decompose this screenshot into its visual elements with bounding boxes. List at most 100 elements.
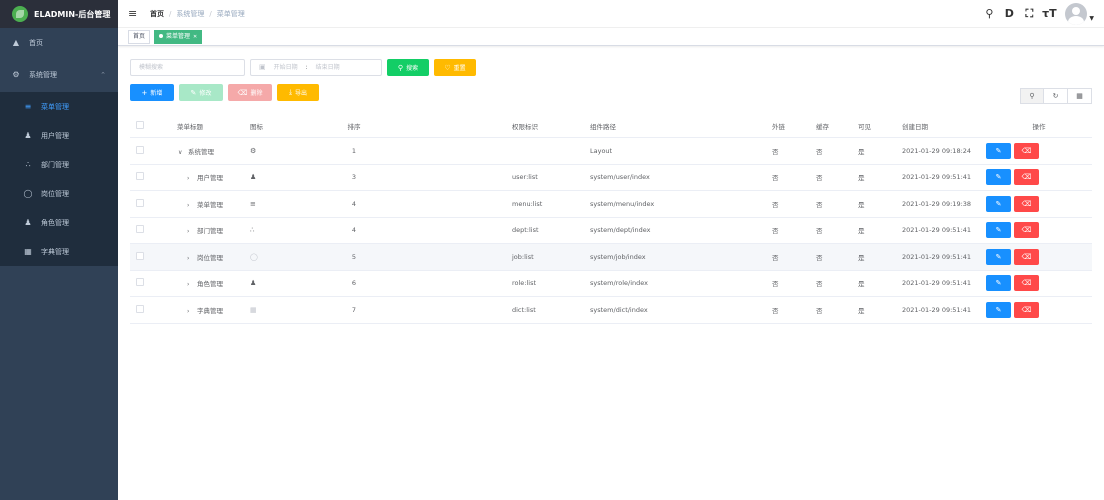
row-edit-button[interactable]: ✎ xyxy=(986,222,1011,239)
row-delete-button[interactable]: ⌫ xyxy=(1014,301,1039,318)
title-cell: › 菜单管理 xyxy=(152,199,242,209)
sidebar-item-dept[interactable]: ∴ 部门管理 xyxy=(0,150,118,179)
toggle-search-icon[interactable]: ⚲ xyxy=(1020,88,1044,104)
visible-cell: 是 xyxy=(858,306,865,315)
row-checkbox[interactable] xyxy=(136,278,144,287)
row-edit-button[interactable]: ✎ xyxy=(986,301,1011,318)
sort-cell: 4 xyxy=(351,199,357,208)
role-icon: ♟ xyxy=(24,218,32,227)
row-edit-button[interactable]: ✎ xyxy=(986,142,1011,159)
search-input[interactable]: 模糊搜索 xyxy=(130,59,245,76)
row-select-cell xyxy=(130,172,152,182)
sidebar-item-job[interactable]: ◯ 岗位管理 xyxy=(0,179,118,208)
expand-arrow-icon[interactable]: › xyxy=(187,228,197,235)
menu-table: 菜单标题 图标 排序 权限标识 组件路径 外链 缓存 可见 创建日期 操作 ∨ 系… xyxy=(130,114,1092,324)
submenu-system: ≡ 菜单管理 ♟ 用户管理 ∴ 部门管理 ◯ 岗位管理 ♟ 角色管理 ▦ 字典管… xyxy=(0,92,118,266)
expand-arrow-icon[interactable]: › xyxy=(187,175,197,182)
ext-cell: 否 xyxy=(772,147,779,156)
table-row[interactable]: › 字典管理 ▦ 7 dict:list system/dict/index 否 … xyxy=(130,297,1092,324)
table-row[interactable]: › 岗位管理 ◯ 5 job:list system/job/index 否 否 … xyxy=(130,244,1092,271)
reset-button[interactable]: ♡ 重置 xyxy=(434,59,476,76)
ops-cell: ✎ ⌫ xyxy=(986,169,1092,186)
ext-cell: 否 xyxy=(772,200,779,209)
gear-icon: ⚙ xyxy=(250,146,257,155)
caret-down-icon[interactable]: ▼ xyxy=(1089,15,1094,22)
row-edit-button[interactable]: ✎ xyxy=(986,169,1011,186)
sidebar-item-users[interactable]: ♟ 用户管理 xyxy=(0,121,118,150)
expand-arrow-icon[interactable]: › xyxy=(187,281,197,288)
row-checkbox[interactable] xyxy=(136,198,144,207)
visible-cell: 是 xyxy=(858,147,865,156)
row-edit-button[interactable]: ✎ xyxy=(986,195,1011,212)
expand-arrow-icon[interactable]: ∨ xyxy=(178,149,188,156)
tag-menu-management[interactable]: 菜单管理 ✕ xyxy=(154,29,203,44)
columns-icon[interactable]: ▦ xyxy=(1068,88,1092,104)
sort-cell: 6 xyxy=(351,279,357,288)
refresh-icon[interactable]: ↻ xyxy=(1044,88,1068,104)
sidebar-item-system[interactable]: ⚙ 系统管理 ⌃ xyxy=(0,57,118,92)
tag-label: 菜单管理 xyxy=(166,32,191,40)
sidebar-item-home[interactable]: ▲ 首页 xyxy=(0,28,118,57)
select-all-checkbox[interactable] xyxy=(136,120,144,129)
gear-icon: ⚙ xyxy=(12,70,20,79)
row-delete-button[interactable]: ⌫ xyxy=(1014,248,1039,265)
breadcrumb-system: 系统管理 xyxy=(176,9,205,18)
start-date-placeholder: 开始日期 xyxy=(273,64,298,71)
expand-arrow-icon[interactable]: › xyxy=(187,308,197,315)
row-checkbox[interactable] xyxy=(136,251,144,260)
header-visible: 可见 xyxy=(858,122,871,131)
sidebar-item-menu[interactable]: ≡ 菜单管理 xyxy=(0,92,118,121)
table-row[interactable]: › 用户管理 ♟ 3 user:list system/user/index 否 … xyxy=(130,165,1092,191)
export-button[interactable]: ⤓ 导出 xyxy=(277,84,319,101)
row-edit-button[interactable]: ✎ xyxy=(986,248,1011,265)
tree-icon: ∴ xyxy=(250,226,255,235)
delete-button[interactable]: ⌫ 删除 xyxy=(228,84,272,101)
visible-cell: 是 xyxy=(858,200,865,209)
avatar[interactable] xyxy=(1065,2,1088,25)
expand-arrow-icon[interactable]: › xyxy=(187,202,197,209)
tag-home[interactable]: 首页 xyxy=(128,29,151,44)
table-row[interactable]: ∨ 系统管理 ⚙ 1 Layout 否 否 是 2021-01-29 09:18:… xyxy=(130,138,1092,165)
add-button[interactable]: + 新增 xyxy=(130,84,174,101)
sidebar-item-role[interactable]: ♟ 角色管理 xyxy=(0,208,118,237)
table-row[interactable]: › 部门管理 ∴ 4 dept:list system/dept/index 否 … xyxy=(130,218,1092,244)
fullscreen-icon[interactable]: ⛶ xyxy=(1019,7,1039,21)
row-checkbox[interactable] xyxy=(136,304,144,313)
table-row[interactable]: › 菜单管理 ≡ 4 menu:list system/menu/index 否 … xyxy=(130,191,1092,218)
download-icon: ⤓ xyxy=(288,88,293,96)
add-button-label: 新增 xyxy=(150,90,163,97)
row-checkbox[interactable] xyxy=(136,145,144,154)
delete-button-label: 删除 xyxy=(250,90,263,97)
row-edit-button[interactable]: ✎ xyxy=(986,275,1011,292)
title-cell: ∨ 系统管理 xyxy=(152,146,242,156)
breadcrumb-home[interactable]: 首页 xyxy=(150,9,164,19)
close-icon[interactable]: ✕ xyxy=(193,34,197,40)
sidebar-item-dict[interactable]: ▦ 字典管理 xyxy=(0,237,118,266)
ops-cell: ✎ ⌫ xyxy=(986,195,1092,212)
header-ops: 操作 xyxy=(1032,122,1046,131)
header-title: 菜单标题 xyxy=(177,122,203,131)
row-delete-button[interactable]: ⌫ xyxy=(1014,275,1039,292)
row-checkbox[interactable] xyxy=(136,225,144,234)
edit-button[interactable]: ✎ 修改 xyxy=(179,84,223,101)
expand-arrow-icon[interactable]: › xyxy=(187,255,197,262)
icon-cell: ∴ xyxy=(242,226,300,234)
title-text: 部门管理 xyxy=(197,227,223,236)
row-delete-button[interactable]: ⌫ xyxy=(1014,169,1039,186)
person-icon: ◯ xyxy=(250,252,258,261)
header-sort: 排序 xyxy=(347,122,361,131)
ops-cell: ✎ ⌫ xyxy=(986,301,1092,318)
docs-icon[interactable]: D xyxy=(999,7,1019,20)
search-button[interactable]: ⚲ 搜索 xyxy=(387,59,429,76)
font-size-icon[interactable]: τT xyxy=(1039,7,1059,20)
row-delete-button[interactable]: ⌫ xyxy=(1014,142,1039,159)
table-row[interactable]: › 角色管理 ♟ 6 role:list system/role/index 否 … xyxy=(130,271,1092,297)
row-delete-button[interactable]: ⌫ xyxy=(1014,222,1039,239)
hamburger-icon[interactable]: ≡ xyxy=(128,7,140,20)
search-icon[interactable]: ⚲ xyxy=(979,7,999,20)
row-delete-button[interactable]: ⌫ xyxy=(1014,195,1039,212)
logo[interactable]: ELADMIN-后台管理 xyxy=(0,0,118,28)
date-range-picker[interactable]: ▣ 开始日期 : 结束日期 xyxy=(250,59,382,76)
row-checkbox[interactable] xyxy=(136,172,144,181)
ops-cell: ✎ ⌫ xyxy=(986,142,1092,159)
